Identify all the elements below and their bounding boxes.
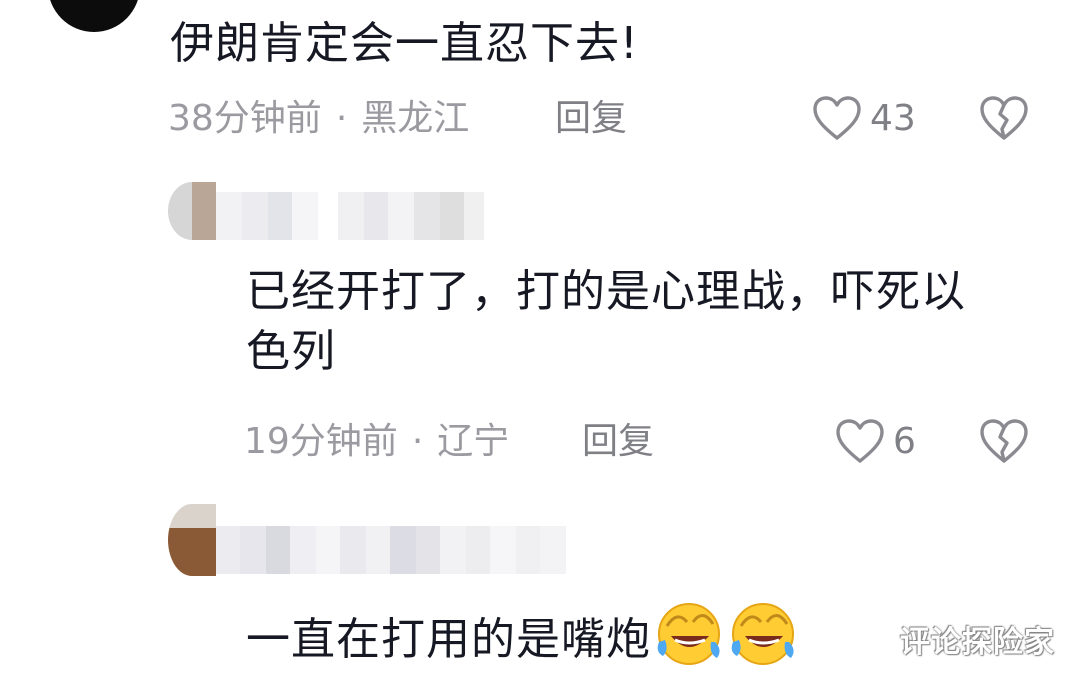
watermark: 评论探险家 xyxy=(900,625,1055,660)
dislike-button[interactable] xyxy=(979,96,1029,142)
laughing-crying-emoji-icon xyxy=(731,603,794,665)
laughing-crying-emoji-icon xyxy=(657,603,720,665)
reply-button[interactable]: 回复 xyxy=(555,97,627,141)
comment-text: 已经开打了，打的是心理战，吓死以色列 xyxy=(246,266,966,377)
avatar[interactable] xyxy=(168,504,216,576)
comment-time: 38分钟前 xyxy=(168,98,322,139)
dislike-button[interactable] xyxy=(979,419,1029,465)
like-count: 43 xyxy=(870,98,916,139)
like-count: 6 xyxy=(893,421,916,462)
username-blurred xyxy=(216,526,566,574)
comment-location: 辽宁 xyxy=(437,421,510,462)
heart-outline-icon xyxy=(813,96,861,140)
comment-location: 黑龙江 xyxy=(361,98,470,139)
like-button[interactable]: 43 xyxy=(812,96,916,142)
broken-heart-icon xyxy=(980,419,1028,463)
comment-text: 伊朗肯定会一直忍下去! xyxy=(170,18,639,69)
username-blurred xyxy=(216,192,484,240)
comment-meta: 19分钟前 · 辽宁 xyxy=(244,420,509,464)
broken-heart-icon xyxy=(980,96,1028,140)
avatar[interactable] xyxy=(168,182,216,240)
comment-time: 19分钟前 xyxy=(244,421,398,462)
comment-text: 一直在打用的是嘴炮 xyxy=(246,614,651,665)
avatar[interactable] xyxy=(48,0,140,32)
comment-text-row: 一直在打用的是嘴炮 xyxy=(246,596,799,670)
heart-outline-icon xyxy=(836,419,884,463)
comment-meta: 38分钟前 · 黑龙江 xyxy=(168,97,469,141)
like-button[interactable]: 6 xyxy=(835,419,916,465)
reply-button[interactable]: 回复 xyxy=(582,420,654,464)
meta-separator: · xyxy=(335,98,348,139)
meta-separator: · xyxy=(411,421,424,462)
